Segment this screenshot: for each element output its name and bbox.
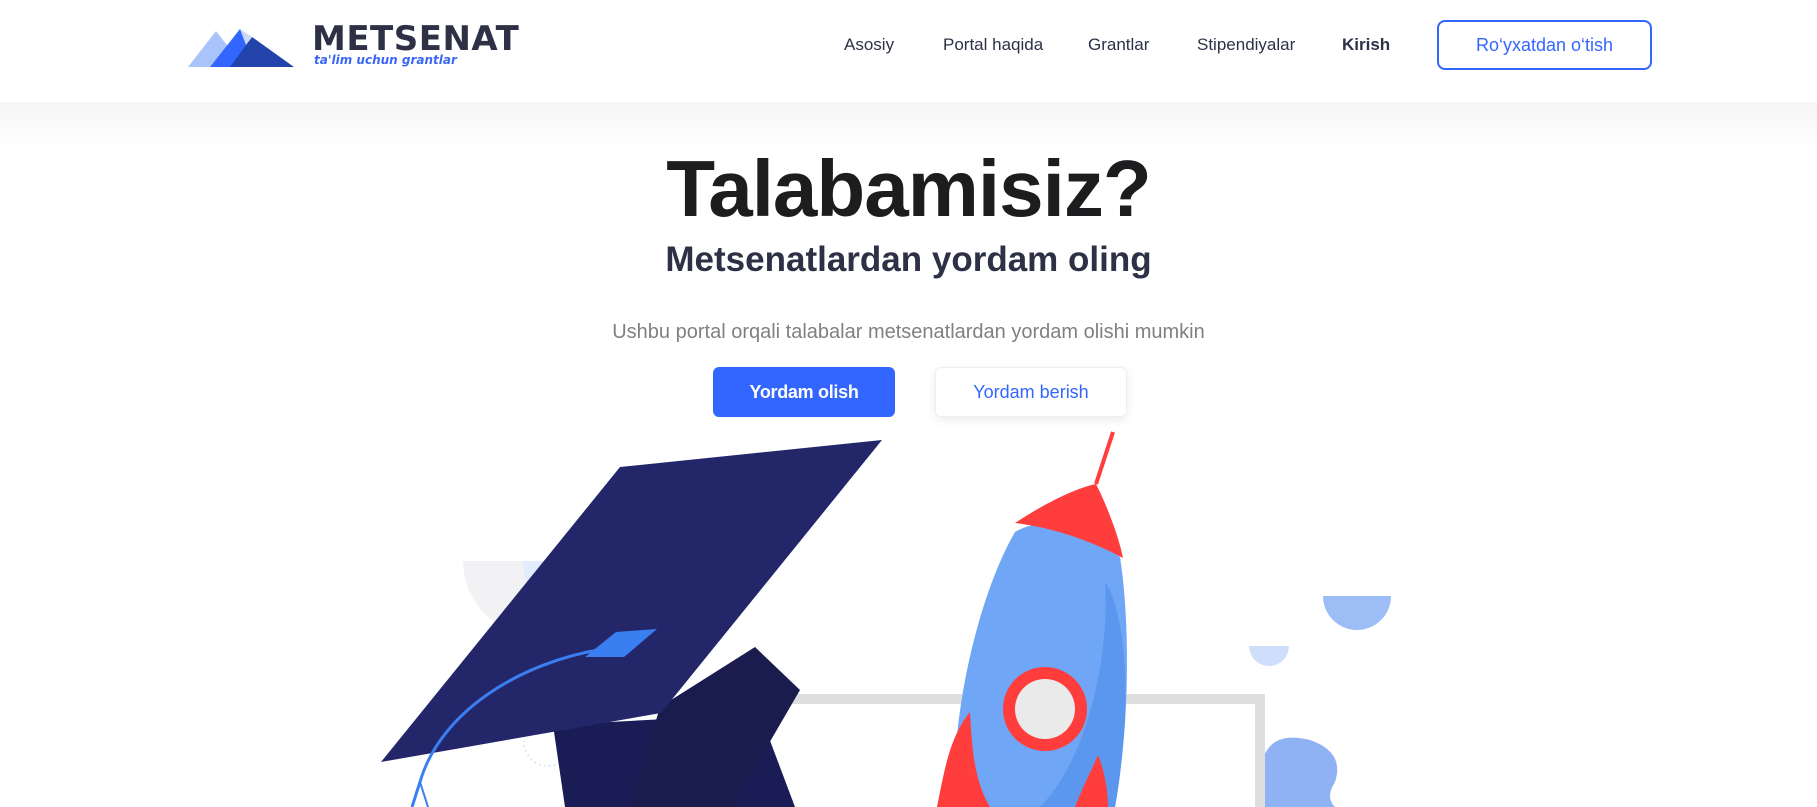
bg-half-circle-blue	[1323, 596, 1391, 630]
site-header: METSENAT ta'lim uchun grantlar Asosiy Po…	[0, 0, 1817, 102]
nav-item-stipendiyalar[interactable]: Stipendiyalar	[1197, 33, 1295, 57]
hero-section: Talabamisiz? Metsenatlardan yordam oling…	[0, 102, 1817, 807]
nav-item-portal-haqida[interactable]: Portal haqida	[943, 33, 1043, 57]
graduation-cap-illustration	[381, 440, 882, 807]
hero-subtitle: Metsenatlardan yordam oling	[665, 240, 1152, 279]
pattern-circle	[523, 717, 573, 767]
logo-subtitle: ta'lim uchun grantlar	[314, 53, 457, 67]
give-help-button[interactable]: Yordam berish	[935, 367, 1127, 417]
nav-item-asosiy[interactable]: Asosiy	[844, 33, 894, 57]
board-frame	[770, 694, 1265, 807]
nav-item-kirish[interactable]: Kirish	[1342, 33, 1390, 57]
get-help-button[interactable]: Yordam olish	[713, 367, 895, 417]
hero-description: Ushbu portal orqali talabalar metsenatla…	[612, 321, 1205, 343]
bg-blob-blue	[1262, 737, 1338, 807]
logo[interactable]: METSENAT ta'lim uchun grantlar	[188, 20, 519, 70]
register-button[interactable]: Ro‘yxatdan o‘tish	[1437, 20, 1652, 70]
bg-half-circle-small	[1249, 646, 1289, 666]
nav-item-grantlar[interactable]: Grantlar	[1088, 33, 1149, 57]
logo-mountains-icon	[188, 29, 294, 67]
rocket-illustration	[937, 431, 1127, 807]
hero-title: Talabamisiz?	[666, 144, 1151, 233]
bg-circle-lightblue	[523, 561, 643, 621]
bg-circle-gray	[463, 561, 613, 636]
